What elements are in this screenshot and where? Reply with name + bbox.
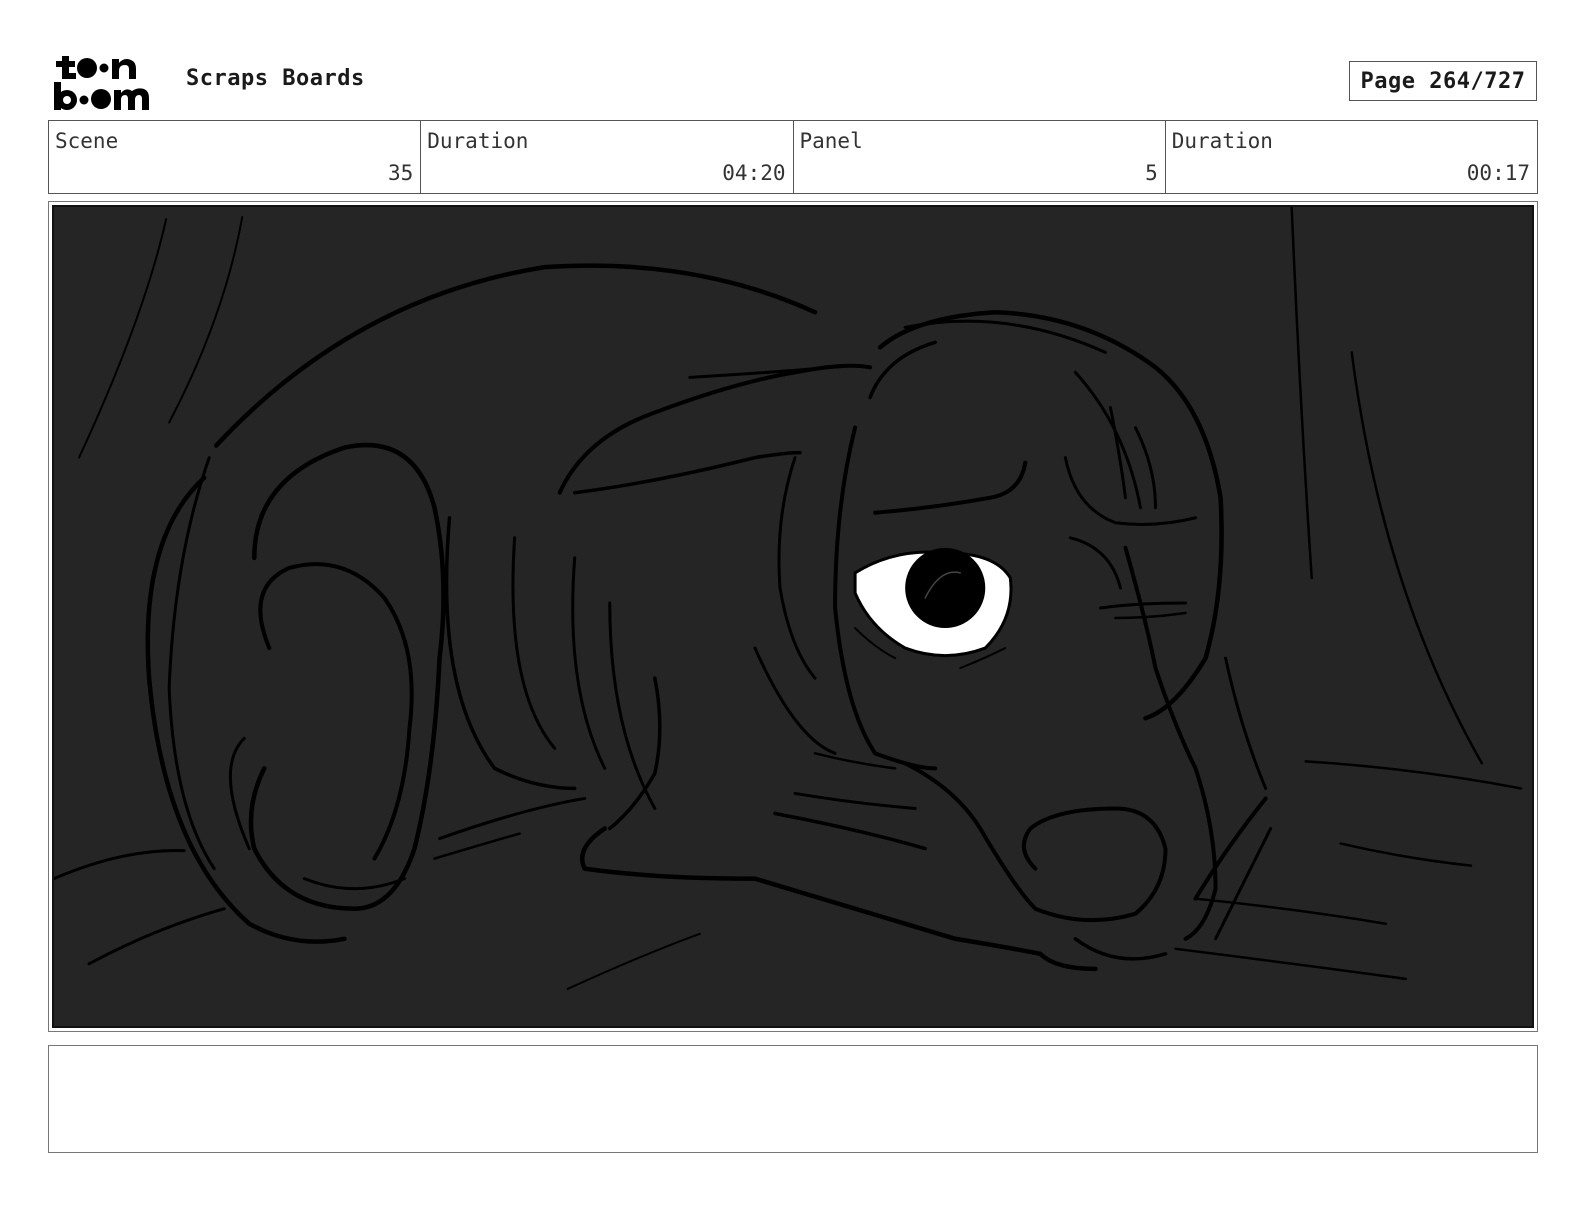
scene-cell: Scene 35 [49, 121, 422, 193]
panel-value: 5 [1145, 161, 1158, 185]
document-title: Scraps Boards [186, 66, 365, 91]
toon-boom-logo [52, 52, 164, 112]
storyboard-panel-frame [48, 201, 1538, 1032]
panel-cell: Panel 5 [794, 121, 1166, 193]
toon-boom-logo-icon [54, 56, 149, 110]
panel-caption-box [48, 1045, 1538, 1153]
scene-label: Scene [55, 129, 119, 153]
scene-duration-cell: Duration 04:20 [421, 121, 794, 193]
scene-value: 35 [387, 161, 414, 185]
storyboard-panel-image [52, 205, 1534, 1028]
panel-duration-value: 00:17 [1466, 161, 1530, 185]
panel-duration-cell: Duration 00:17 [1166, 121, 1537, 193]
panel-duration-label: Duration [1171, 129, 1273, 153]
scene-duration-label: Duration [427, 129, 529, 153]
panel-label: Panel [799, 129, 863, 153]
scene-duration-value: 04:20 [722, 161, 786, 185]
page-number: Page 264/727 [1349, 61, 1537, 101]
scene-info-row: Scene 35 Duration 04:20 Panel 5 Duration… [48, 120, 1538, 194]
dog-sketch-drawing [54, 207, 1523, 990]
